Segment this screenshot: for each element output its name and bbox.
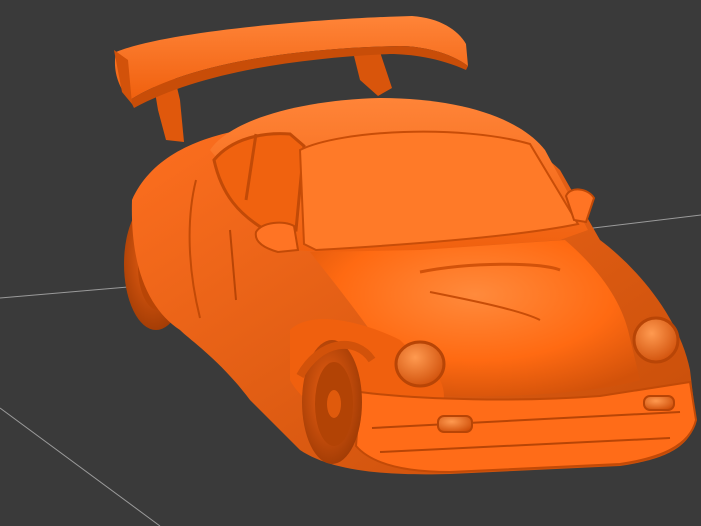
headlight-left [394, 340, 446, 388]
car-body [131, 98, 698, 475]
viewport-canvas[interactable] [0, 0, 701, 526]
fog-lamp-right [643, 395, 675, 411]
3d-viewport[interactable] [0, 0, 701, 526]
fog-lamp-left [437, 415, 473, 433]
grid-line-z [0, 407, 161, 526]
headlight-right [632, 316, 680, 364]
front-hub [327, 390, 341, 418]
